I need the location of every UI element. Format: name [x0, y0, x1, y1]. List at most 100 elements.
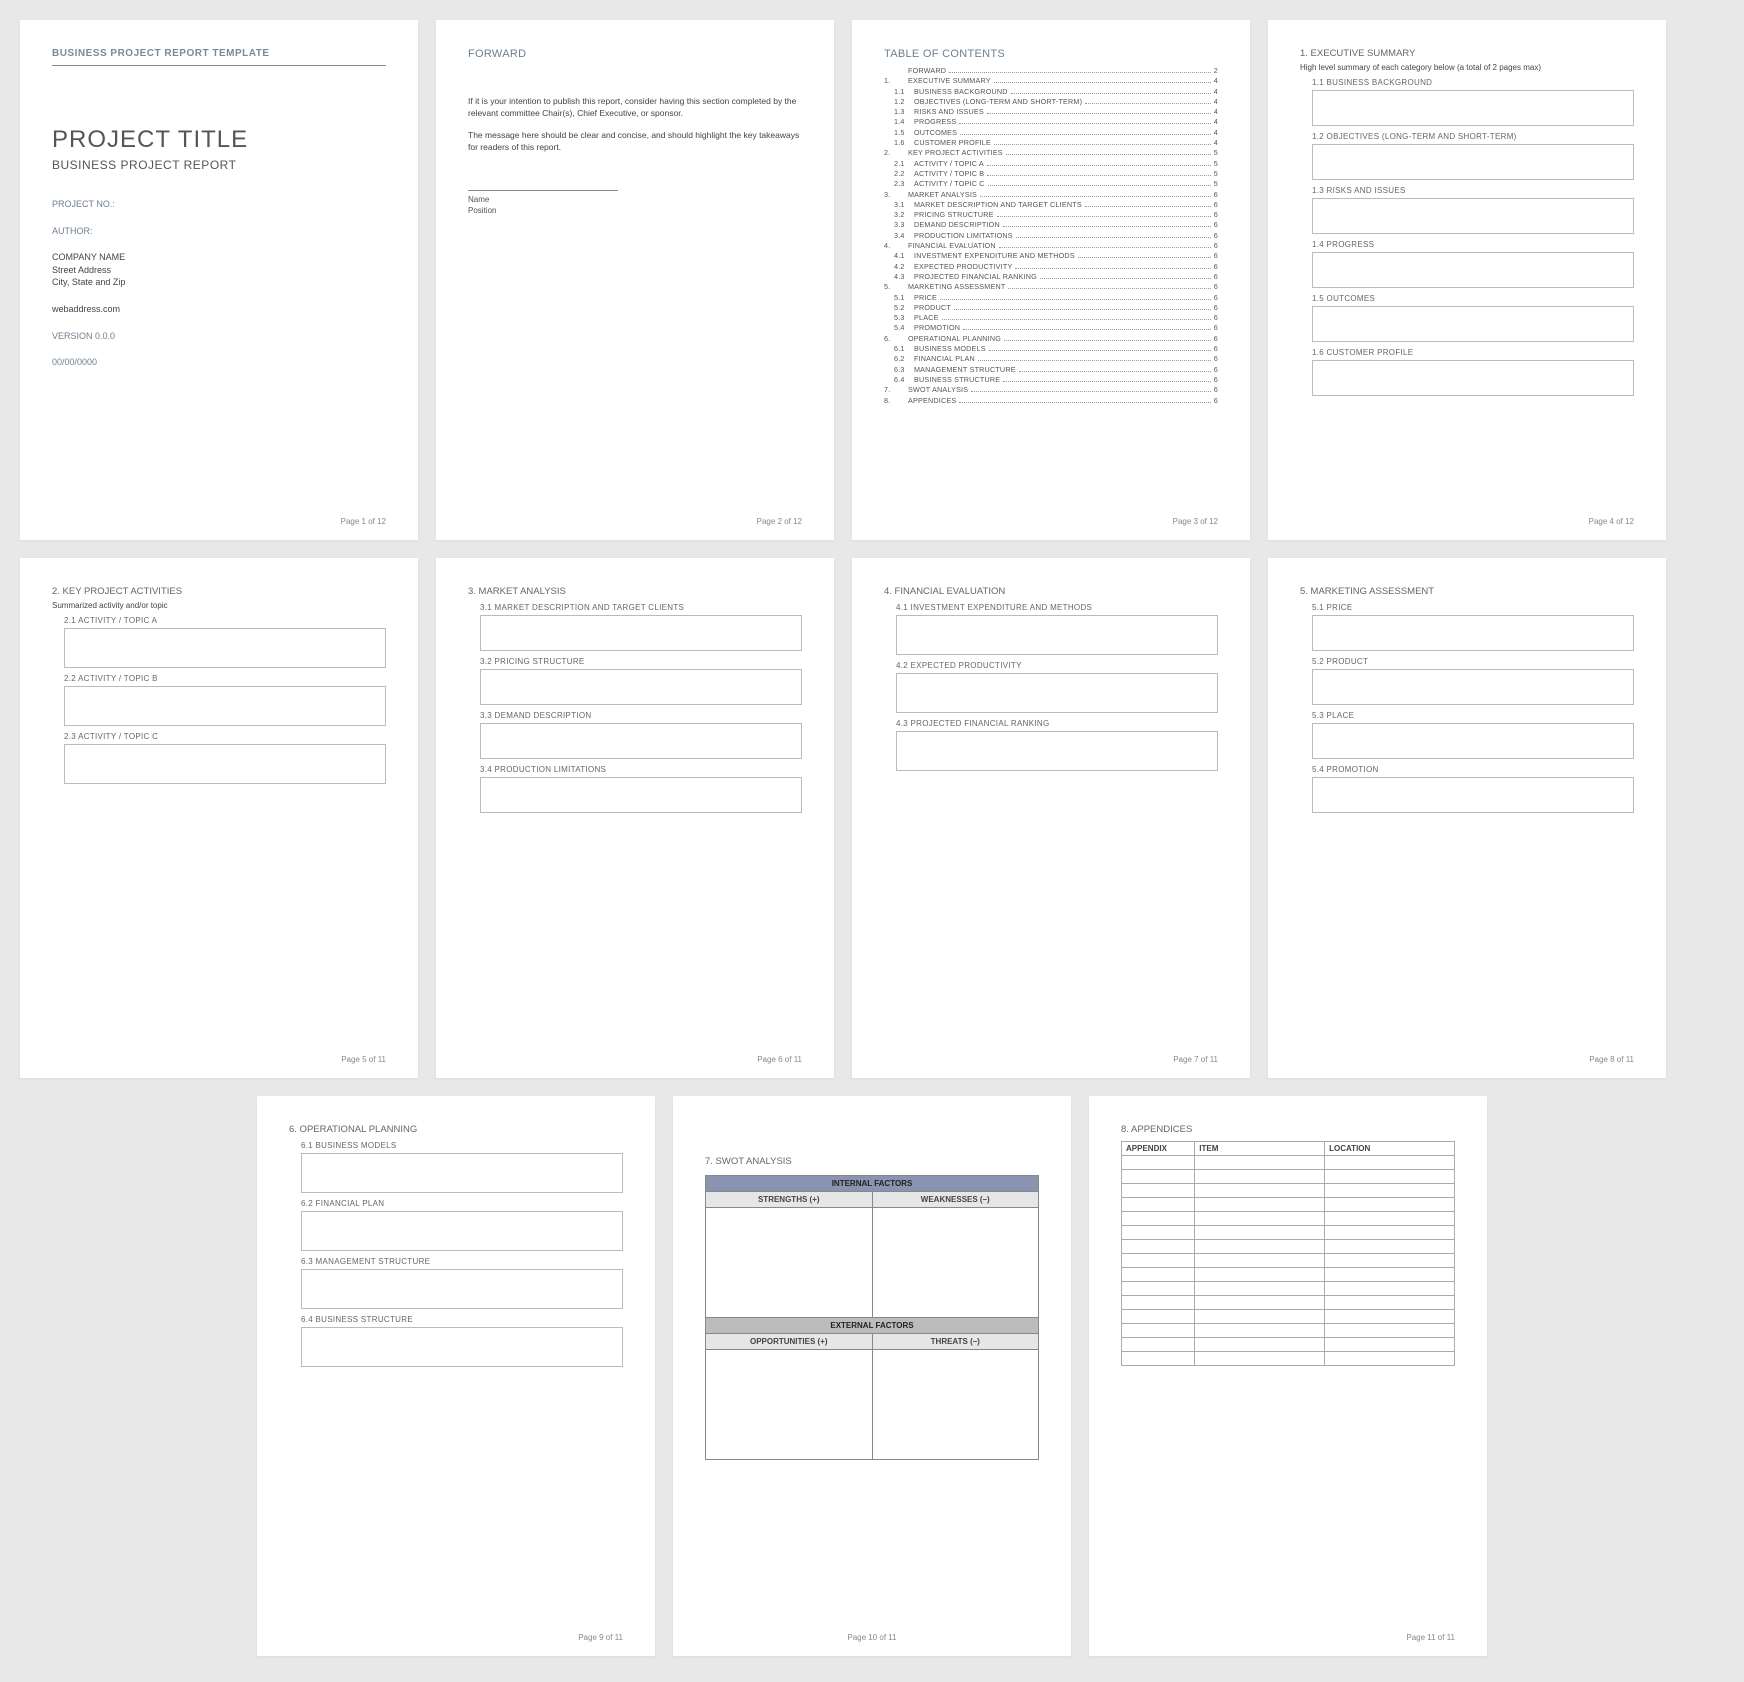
subsection-title: 6.1 BUSINESS MODELS: [301, 1141, 623, 1150]
col-item: ITEM: [1195, 1142, 1325, 1156]
toc-num: 3.4: [884, 231, 914, 240]
financial-eval-heading: 4. FINANCIAL EVALUATION: [884, 586, 1218, 597]
toc-text: MARKETING ASSESSMENT: [908, 282, 1005, 291]
toc-heading: TABLE OF CONTENTS: [884, 48, 1218, 60]
swot-cell: [706, 1350, 873, 1460]
toc-num: 3.1: [884, 200, 914, 209]
toc-num: 5.: [884, 282, 908, 291]
table-row: [1122, 1240, 1455, 1254]
input-box: [1312, 777, 1634, 813]
toc-dots: [1019, 371, 1211, 372]
operational-subs: 6.1 BUSINESS MODELS6.2 FINANCIAL PLAN6.3…: [289, 1141, 623, 1367]
table-row: [1122, 1268, 1455, 1282]
toc-page: 4: [1214, 128, 1218, 137]
toc-text: PRICE: [914, 293, 937, 302]
table-row: [1122, 1324, 1455, 1338]
subsection-title: 1.6 CUSTOMER PROFILE: [1312, 348, 1634, 357]
author: AUTHOR:: [52, 225, 386, 238]
toc-row: 6.OPERATIONAL PLANNING6: [884, 334, 1218, 343]
toc-page: 6: [1214, 303, 1218, 312]
subsection-title: 6.2 FINANCIAL PLAN: [301, 1199, 623, 1208]
table-row: [1122, 1156, 1455, 1170]
toc-dots: [999, 247, 1211, 248]
toc-page: 5: [1214, 159, 1218, 168]
toc-dots: [994, 82, 1211, 83]
toc-row: 4.2EXPECTED PRODUCTIVITY6: [884, 262, 1218, 271]
toc-row: 6.1BUSINESS MODELS 6: [884, 344, 1218, 353]
toc-row: 4.1INVESTMENT EXPENDITURE AND METHODS6: [884, 251, 1218, 260]
toc-dots: [940, 299, 1211, 300]
toc-num: 5.1: [884, 293, 914, 302]
toc-row: 8.APPENDICES6: [884, 396, 1218, 405]
toc-dots: [978, 360, 1211, 361]
subsection-title: 4.3 PROJECTED FINANCIAL RANKING: [896, 719, 1218, 728]
toc-row: 1.5OUTCOMES4: [884, 128, 1218, 137]
toc-num: 1.2: [884, 97, 914, 106]
toc-num: 4.2: [884, 262, 914, 271]
toc-text: BUSINESS MODELS: [914, 344, 986, 353]
toc-row: 4.FINANCIAL EVALUATION6: [884, 241, 1218, 250]
subsection-title: 3.4 PRODUCTION LIMITATIONS: [480, 765, 802, 774]
toc-num: 4.: [884, 241, 908, 250]
page-3: TABLE OF CONTENTS FORWARD21.EXECUTIVE SU…: [852, 20, 1250, 540]
table-row: [1122, 1296, 1455, 1310]
page-footer: Page 3 of 12: [884, 517, 1218, 526]
toc-text: FINANCIAL EVALUATION: [908, 241, 996, 250]
table-row: [1122, 1212, 1455, 1226]
toc-page: 6: [1214, 282, 1218, 291]
toc-row: 4.3PROJECTED FINANCIAL RANKING6: [884, 272, 1218, 281]
page-footer: Page 8 of 11: [1300, 1055, 1634, 1064]
toc-row: 1.3RISKS AND ISSUES4: [884, 107, 1218, 116]
col-appendix: APPENDIX: [1122, 1142, 1195, 1156]
input-box: [301, 1211, 623, 1251]
input-box: [1312, 90, 1634, 126]
toc-dots: [1003, 226, 1211, 227]
toc-text: ACTIVITY / TOPIC C: [914, 179, 985, 188]
subsection-title: 3.1 MARKET DESCRIPTION AND TARGET CLIENT…: [480, 603, 802, 612]
subsection-title: 2.3 ACTIVITY / TOPIC C: [64, 732, 386, 741]
subsection-title: 5.3 PLACE: [1312, 711, 1634, 720]
page-9: 6. OPERATIONAL PLANNING 6.1 BUSINESS MOD…: [257, 1096, 655, 1656]
toc-row: 1.2OBJECTIVES (LONG-TERM AND SHORT-TERM)…: [884, 97, 1218, 106]
toc-num: 6.4: [884, 375, 914, 384]
toc-text: ACTIVITY / TOPIC A: [914, 159, 984, 168]
city: City, State and Zip: [52, 276, 386, 289]
market-analysis-subs: 3.1 MARKET DESCRIPTION AND TARGET CLIENT…: [468, 603, 802, 813]
toc-num: 6.1: [884, 344, 914, 353]
toc-num: 4.1: [884, 251, 914, 260]
toc-dots: [1011, 93, 1211, 94]
input-box: [896, 673, 1218, 713]
toc-text: ACTIVITY / TOPIC B: [914, 169, 984, 178]
toc-page: 6: [1214, 344, 1218, 353]
toc-num: 5.4: [884, 323, 914, 332]
toc-dots: [1008, 288, 1210, 289]
subsection-title: 1.3 RISKS AND ISSUES: [1312, 186, 1634, 195]
toc-num: 7.: [884, 385, 908, 394]
toc-text: PROGRESS: [914, 117, 956, 126]
row-3: 6. OPERATIONAL PLANNING 6.1 BUSINESS MOD…: [20, 1096, 1724, 1656]
toc-dots: [980, 196, 1211, 197]
version: VERSION 0.0.0: [52, 330, 386, 343]
toc-page: 4: [1214, 97, 1218, 106]
doc-header: BUSINESS PROJECT REPORT TEMPLATE: [52, 48, 386, 59]
swot-table: INTERNAL FACTORS STRENGTHS (+) WEAKNESSE…: [705, 1175, 1039, 1460]
page-5: 2. KEY PROJECT ACTIVITIES Summarized act…: [20, 558, 418, 1078]
toc-page: 6: [1214, 251, 1218, 260]
header-rule: [52, 65, 386, 66]
subsection-title: 3.2 PRICING STRUCTURE: [480, 657, 802, 666]
toc-text: PROJECTED FINANCIAL RANKING: [914, 272, 1037, 281]
page-footer: Page 4 of 12: [1300, 517, 1634, 526]
toc-row: 3.3DEMAND DESCRIPTION6: [884, 220, 1218, 229]
toc-page: 4: [1214, 117, 1218, 126]
page-footer: Page 2 of 12: [468, 517, 802, 526]
toc-dots: [949, 72, 1211, 73]
subsection-title: 5.1 PRICE: [1312, 603, 1634, 612]
toc-row: 6.2FINANCIAL PLAN6: [884, 354, 1218, 363]
page-footer: Page 1 of 12: [52, 517, 386, 526]
input-box: [64, 628, 386, 668]
toc-row: 1.1BUSINESS BACKGROUND4: [884, 87, 1218, 96]
input-box: [1312, 252, 1634, 288]
toc-num: 1.: [884, 76, 908, 85]
subsection-title: 4.2 EXPECTED PRODUCTIVITY: [896, 661, 1218, 670]
toc-text: MARKET ANALYSIS: [908, 190, 977, 199]
